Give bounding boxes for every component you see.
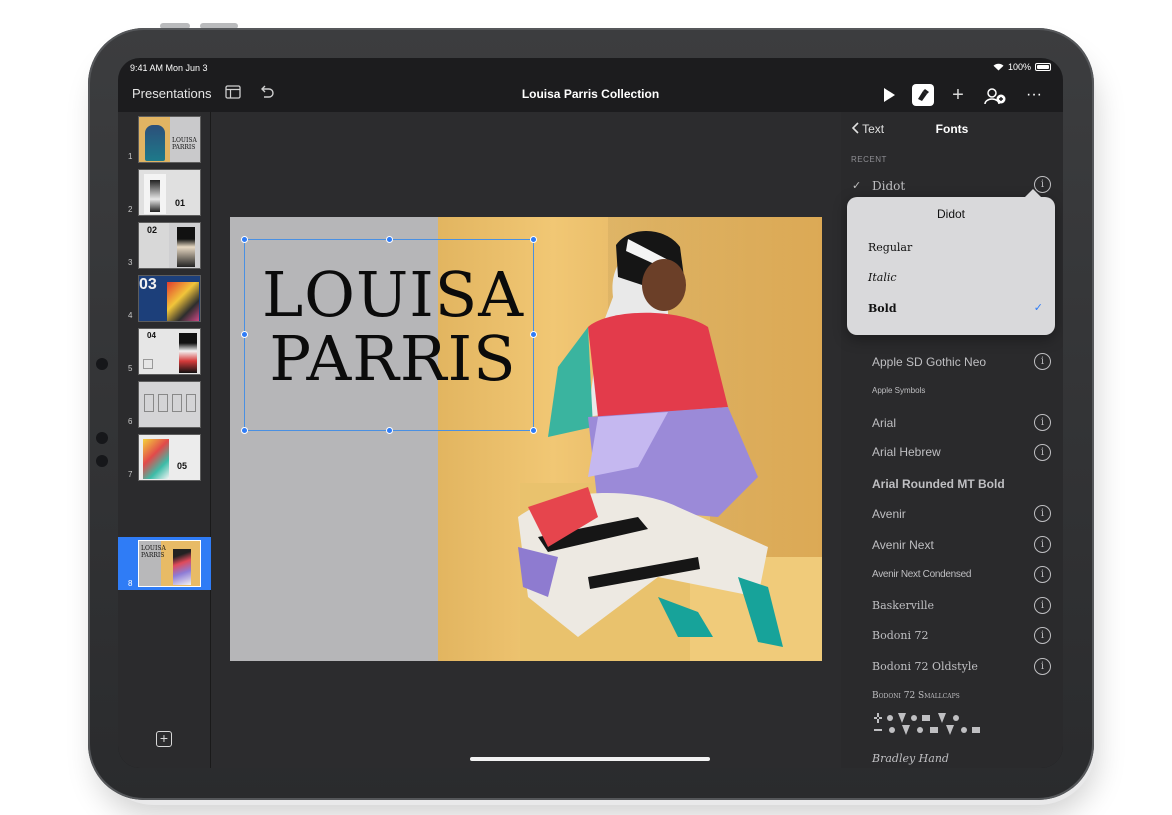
- panel-title: Fonts: [935, 122, 969, 136]
- resize-handle[interactable]: [386, 427, 393, 434]
- resize-handle[interactable]: [241, 331, 248, 338]
- camera-dot: [96, 358, 108, 370]
- slide-thumbnail-8[interactable]: LOUISA PARRIS: [138, 540, 201, 587]
- slide-thumbnail-2[interactable]: 01: [138, 169, 201, 216]
- slide-number: 1: [128, 152, 133, 161]
- font-item[interactable]: Baskerville: [872, 599, 934, 612]
- play-icon[interactable]: [878, 84, 900, 106]
- thumb-title: LOUISA PARRIS: [141, 545, 166, 559]
- checkmark-icon: ✓: [852, 180, 862, 192]
- info-icon[interactable]: i: [1034, 414, 1051, 431]
- info-icon[interactable]: i: [1034, 505, 1051, 522]
- camera-dot: [96, 432, 108, 444]
- home-indicator: [470, 757, 710, 761]
- current-slide[interactable]: LOUISA PARRIS: [230, 217, 822, 661]
- font-item-recent[interactable]: Didot: [872, 179, 905, 193]
- collaborate-icon[interactable]: [982, 84, 1008, 106]
- battery-icon: [1035, 63, 1051, 71]
- camera-dot: [96, 455, 108, 467]
- popover-title: Didot: [936, 207, 965, 221]
- thumb-title: LOUISA PARRIS: [172, 137, 197, 151]
- font-item[interactable]: Avenir Next: [872, 538, 934, 552]
- thumb-number: 01: [175, 198, 186, 208]
- slide-number: 6: [128, 417, 133, 426]
- style-option-regular[interactable]: Regular: [868, 241, 912, 254]
- font-item[interactable]: Bradley Hand: [872, 752, 949, 765]
- style-option-bold[interactable]: Bold: [868, 302, 897, 315]
- resize-handle[interactable]: [530, 236, 537, 243]
- slide-thumbnail-1[interactable]: LOUISA PARRIS: [138, 116, 201, 163]
- add-plus-icon[interactable]: +: [947, 84, 969, 106]
- info-icon[interactable]: i: [1034, 627, 1051, 644]
- checkmark-icon: ✓: [1033, 302, 1043, 314]
- thumb-number: 02: [147, 225, 158, 235]
- slide-thumbnail-6[interactable]: [138, 381, 201, 428]
- thumb-number: 04: [147, 331, 156, 340]
- resize-handle[interactable]: [241, 236, 248, 243]
- style-option-italic[interactable]: Italic: [868, 271, 897, 284]
- slide-number: 5: [128, 364, 133, 373]
- font-item[interactable]: Avenir Next Condensed: [872, 569, 971, 580]
- resize-handle[interactable]: [241, 427, 248, 434]
- font-item[interactable]: Apple Symbols: [872, 386, 925, 395]
- slide-navigator: LOUISA PARRIS 1 01 2 02 3 03 4 04 5 6 05…: [118, 112, 211, 768]
- battery-percent: 100%: [1007, 62, 1031, 72]
- font-item[interactable]: Bodoni 72 Smallcaps: [872, 691, 960, 701]
- slide-number: 8: [128, 579, 133, 588]
- page: 9:41 AM Mon Jun 3 100% Presentations Lou…: [0, 0, 1172, 815]
- add-slide-button[interactable]: +: [156, 731, 172, 747]
- status-time: 9:41 AM Mon Jun 3: [130, 63, 208, 73]
- slide-thumbnail-4[interactable]: 03: [138, 275, 201, 322]
- font-item[interactable]: Arial Hebrew: [872, 445, 941, 459]
- slide-canvas[interactable]: LOUISA PARRIS: [211, 112, 841, 768]
- status-bar: 9:41 AM Mon Jun 3 100%: [118, 58, 1063, 78]
- font-item[interactable]: Bodoni 72 Oldstyle: [872, 660, 978, 673]
- ornament-font-preview-icon: [874, 713, 980, 735]
- info-icon[interactable]: i: [1034, 536, 1051, 553]
- slide-thumbnail-5[interactable]: 04: [138, 328, 201, 375]
- font-item[interactable]: Arial: [872, 416, 896, 430]
- info-icon[interactable]: i: [1034, 566, 1051, 583]
- slide-thumbnail-3[interactable]: 02: [138, 222, 201, 269]
- font-item[interactable]: Bodoni 72: [872, 629, 928, 642]
- more-icon[interactable]: ···: [1024, 84, 1044, 106]
- slide-thumbnail-7[interactable]: 05: [138, 434, 201, 481]
- font-style-popover: Didot Regular Italic Bold ✓: [847, 189, 1055, 335]
- slide-number: 2: [128, 205, 133, 214]
- info-icon[interactable]: i: [1034, 597, 1051, 614]
- text-selection-box[interactable]: [244, 239, 534, 431]
- toolbar: Presentations Louisa Parris Collection +…: [118, 78, 1063, 112]
- slide-number: 7: [128, 470, 133, 479]
- slide-number: 3: [128, 258, 133, 267]
- resize-handle[interactable]: [386, 236, 393, 243]
- status-indicators: 100%: [993, 62, 1051, 72]
- format-paintbrush-icon[interactable]: [912, 84, 934, 106]
- slide-number: 4: [128, 311, 133, 320]
- resize-handle[interactable]: [530, 427, 537, 434]
- wifi-icon: [993, 63, 1004, 71]
- recent-section-label: RECENT: [851, 155, 887, 164]
- resize-handle[interactable]: [530, 331, 537, 338]
- info-icon[interactable]: i: [1034, 658, 1051, 675]
- font-item[interactable]: Arial Rounded MT Bold: [872, 477, 1005, 491]
- thumb-number: 03: [139, 276, 157, 293]
- font-item[interactable]: Apple SD Gothic Neo: [872, 355, 986, 369]
- font-item[interactable]: Avenir: [872, 507, 906, 521]
- screen: 9:41 AM Mon Jun 3 100% Presentations Lou…: [118, 58, 1063, 768]
- thumb-number: 05: [177, 461, 188, 471]
- info-icon[interactable]: i: [1034, 444, 1051, 461]
- info-icon[interactable]: i: [1034, 353, 1051, 370]
